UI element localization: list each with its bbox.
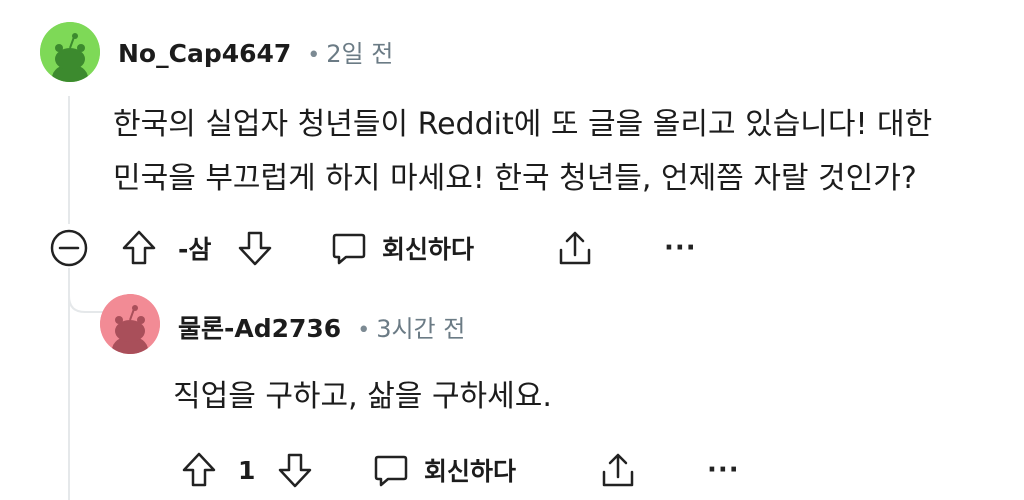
more-options-button[interactable]: ···: [664, 223, 697, 273]
upvote-button[interactable]: [120, 223, 158, 273]
comment-meta: No_Cap4647 • 2일 전: [118, 34, 393, 69]
thread-line-top[interactable]: [68, 96, 70, 224]
collapse-button[interactable]: [49, 223, 89, 273]
separator-dot: •: [307, 43, 321, 68]
more-options-button[interactable]: ···: [707, 445, 740, 495]
reply-label: 회신하다: [382, 235, 475, 264]
comment-bubble-icon: [332, 233, 366, 265]
reply-button[interactable]: 회신하다: [372, 445, 516, 495]
separator-dot: •: [357, 318, 371, 343]
comment-action-bar: -삼 회신하다 ···: [0, 223, 1024, 273]
upvote-button[interactable]: [180, 445, 218, 495]
share-icon: [559, 231, 591, 265]
downvote-button[interactable]: [236, 223, 274, 273]
upvote-icon: [122, 230, 156, 265]
reply-username[interactable]: 물론-Ad2736: [178, 309, 341, 345]
comment-body: 한국의 실업자 청년들이 Reddit에 또 글을 올리고 있습니다! 대한 민…: [113, 98, 932, 206]
snoo-avatar-icon: [100, 294, 160, 354]
share-icon: [602, 453, 634, 487]
timestamp[interactable]: 2일 전: [326, 34, 393, 69]
reply-label: 회신하다: [424, 457, 517, 486]
collapse-icon: [50, 229, 88, 267]
downvote-icon: [278, 453, 312, 488]
vote-count-label: -삼: [178, 235, 212, 264]
comment-text-line-1: 한국의 실업자 청년들이 Reddit에 또 글을 올리고 있습니다! 대한: [113, 107, 933, 142]
reply-text: 직업을 구하고, 삶을 구하세요.: [173, 379, 552, 414]
downvote-button[interactable]: [276, 445, 314, 495]
vote-count: 1: [238, 445, 255, 495]
reply-button[interactable]: 회신하다: [330, 223, 474, 273]
comment-text-line-2: 민국을 부끄럽게 하지 마세요! 한국 청년들, 언제쯤 자랄 것인가?: [113, 161, 917, 196]
avatar[interactable]: [40, 22, 100, 82]
vote-count-label: 1: [238, 455, 256, 485]
share-button[interactable]: [598, 445, 638, 495]
vote-count: -삼: [178, 223, 211, 273]
comment-thread: No_Cap4647 • 2일 전 한국의 실업자 청년들이 Reddit에 또…: [0, 0, 1024, 500]
reply-timestamp[interactable]: 3시간 전: [376, 309, 465, 344]
comment-bubble-icon: [374, 455, 408, 487]
reply-meta: 물론-Ad2736 • 3시간 전: [178, 309, 465, 345]
more-options-icon: ···: [707, 455, 740, 485]
reply-avatar[interactable]: [100, 294, 160, 354]
upvote-icon: [182, 452, 216, 487]
reply-body: 직업을 구하고, 삶을 구하세요.: [173, 370, 552, 424]
snoo-avatar-icon: [40, 22, 100, 82]
more-options-icon: ···: [664, 233, 697, 263]
reply-action-bar: 1 회신하다 ···: [0, 445, 1024, 495]
share-button[interactable]: [555, 223, 595, 273]
downvote-icon: [238, 231, 272, 266]
username[interactable]: No_Cap4647: [118, 39, 291, 68]
